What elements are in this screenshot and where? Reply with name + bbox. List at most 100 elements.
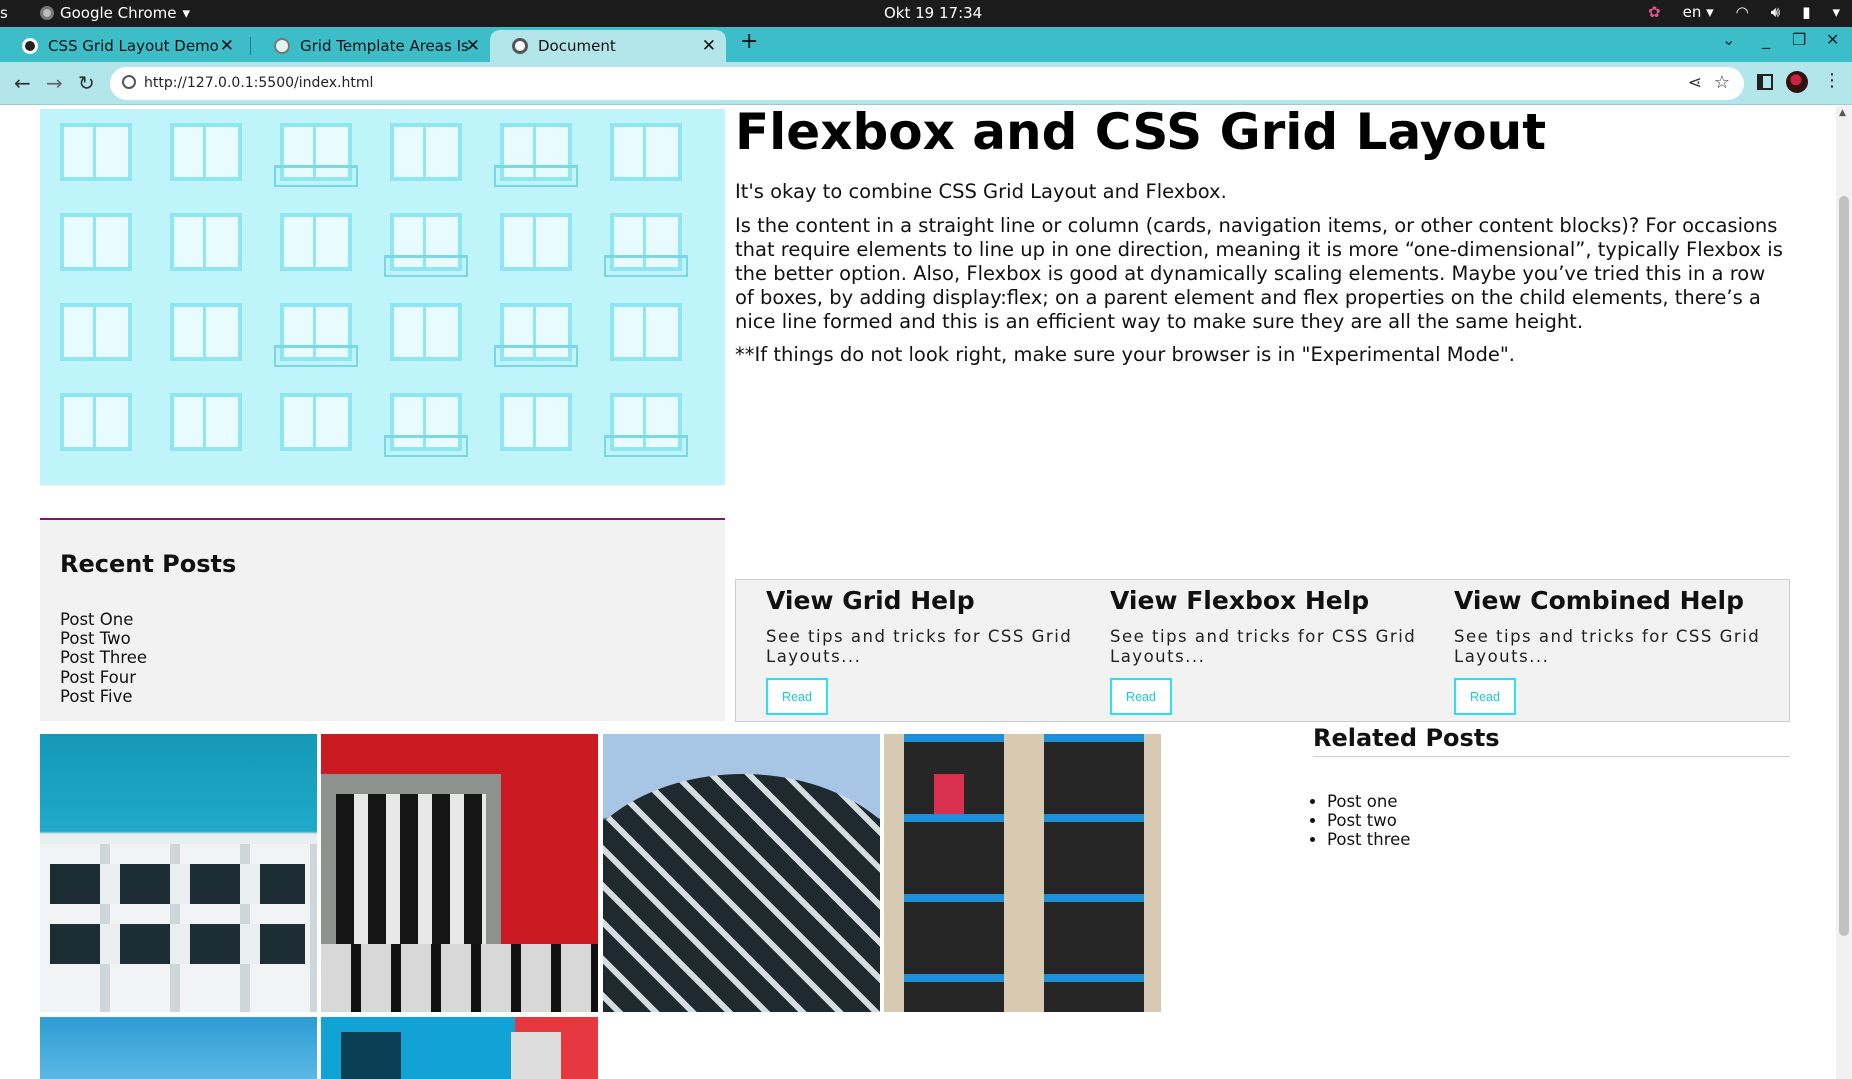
url-text[interactable]: http://127.0.0.1:5500/index.html: [144, 75, 373, 91]
tab-css-grid-demo[interactable]: CSS Grid Layout Demo 02 ✕: [0, 30, 244, 62]
related-post-item[interactable]: Post two: [1327, 811, 1410, 830]
tab-title: Document: [538, 37, 616, 55]
card-text: See tips and tricks for CSS Grid Layouts…: [1454, 627, 1761, 666]
gallery-image: [321, 734, 598, 1012]
facade-balcony: [604, 255, 688, 277]
gallery-image: [321, 1017, 598, 1079]
forward-arrow-icon[interactable]: →: [46, 71, 63, 95]
app-name: Google Chrome: [60, 4, 177, 22]
system-tray[interactable]: ✿ en ▾ ◠ 🔊︎ ▮ ▾: [1648, 3, 1840, 21]
facade-window: [500, 393, 572, 451]
tab-strip: CSS Grid Layout Demo 02 ✕ Grid Template …: [0, 27, 1852, 62]
facade-window: [280, 213, 352, 271]
page-viewport: Flexbox and CSS Grid Layout It's okay to…: [0, 106, 1852, 1079]
recent-posts-heading: Recent Posts: [60, 550, 237, 578]
flower-icon[interactable]: ✿: [1648, 3, 1661, 21]
recent-post-item[interactable]: Post Three: [60, 648, 147, 667]
tab-title: Grid Template Areas Issue: [300, 37, 468, 55]
language-label: en: [1682, 3, 1702, 21]
close-tab-icon[interactable]: ✕: [702, 36, 716, 56]
facade-balcony: [604, 435, 688, 457]
read-button[interactable]: Read: [1110, 678, 1172, 715]
bookmark-star-icon[interactable]: ☆: [1714, 72, 1730, 93]
globe-favicon-icon: [274, 38, 290, 54]
note-paragraph: **If things do not look right, make sure…: [735, 343, 1516, 366]
facade-window: [170, 303, 242, 361]
close-tab-icon[interactable]: ✕: [220, 36, 234, 56]
browser-toolbar: ← → ↻ http://127.0.0.1:5500/index.html ⋖…: [0, 62, 1852, 105]
close-tab-icon[interactable]: ✕: [466, 36, 480, 56]
back-arrow-icon[interactable]: ←: [14, 71, 31, 95]
gallery-image: [884, 734, 1161, 1012]
system-menu-caret-icon[interactable]: ▾: [1832, 3, 1840, 21]
intro-paragraph: It's okay to combine CSS Grid Layout and…: [735, 180, 1227, 203]
tab-document[interactable]: Document ✕: [490, 30, 726, 62]
restore-icon[interactable]: ❐: [1792, 30, 1806, 49]
related-posts-heading: Related Posts: [1313, 724, 1790, 757]
facade-balcony: [384, 435, 468, 457]
scroll-up-arrow-icon[interactable]: ▲: [1839, 108, 1846, 118]
recent-post-item[interactable]: Post Five: [60, 687, 147, 706]
recent-post-item[interactable]: Post Four: [60, 668, 147, 687]
scrollbar-thumb[interactable]: [1839, 196, 1849, 936]
os-top-bar: s Google Chrome ▾ Okt 19 17:34 ✿ en ▾ ◠ …: [0, 0, 1852, 27]
facade-window: [610, 123, 682, 181]
side-panel-icon[interactable]: [1757, 74, 1773, 90]
related-posts-list: Post one Post two Post three: [1307, 792, 1410, 850]
address-bar[interactable]: http://127.0.0.1:5500/index.html ⋖ ☆: [110, 67, 1744, 100]
related-post-item[interactable]: Post one: [1327, 792, 1410, 811]
close-window-icon[interactable]: ✕: [1826, 30, 1839, 49]
facade-window: [60, 303, 132, 361]
recent-post-item[interactable]: Post One: [60, 610, 147, 629]
facade-window: [390, 303, 462, 361]
help-cards-row: View Grid Help See tips and tricks for C…: [735, 579, 1790, 722]
read-button[interactable]: Read: [766, 678, 828, 715]
read-button[interactable]: Read: [1454, 678, 1516, 715]
facade-window: [390, 123, 462, 181]
facade-window: [170, 393, 242, 451]
language-indicator[interactable]: en ▾: [1683, 3, 1714, 21]
app-menu[interactable]: Google Chrome ▾: [40, 4, 190, 22]
site-info-icon[interactable]: [122, 75, 136, 89]
facade-window: [610, 303, 682, 361]
minimize-icon[interactable]: _: [1762, 30, 1770, 49]
volume-icon[interactable]: 🔊︎: [1771, 3, 1780, 21]
facade-window: [280, 393, 352, 451]
body-paragraph: Is the content in a straight line or col…: [735, 214, 1783, 333]
card-title: View Flexbox Help: [1110, 586, 1370, 615]
facade-balcony: [274, 165, 358, 187]
share-icon[interactable]: ⋖: [1688, 73, 1702, 93]
related-post-item[interactable]: Post three: [1327, 830, 1410, 849]
facade-balcony: [494, 345, 578, 367]
recent-post-item[interactable]: Post Two: [60, 629, 147, 648]
page-scrollbar[interactable]: ▲: [1836, 106, 1852, 1079]
wifi-icon[interactable]: ◠: [1736, 3, 1749, 21]
reload-icon[interactable]: ↻: [78, 71, 95, 95]
tab-search-icon[interactable]: ⌄: [1722, 30, 1735, 49]
facade-window: [500, 213, 572, 271]
gallery-image: [40, 734, 317, 1012]
tab-title: CSS Grid Layout Demo 02: [48, 37, 218, 55]
gallery-image: [40, 1017, 317, 1079]
card-text: See tips and tricks for CSS Grid Layouts…: [766, 627, 1073, 666]
more-menu-icon[interactable]: ⋮: [1823, 70, 1841, 91]
tab-grid-template-areas[interactable]: Grid Template Areas Issue ✕: [252, 30, 490, 62]
gallery-image: [603, 734, 880, 1012]
facade-window: [60, 123, 132, 181]
facade-balcony: [494, 165, 578, 187]
related-posts-panel: Related Posts Post one Post two Post thr…: [1313, 724, 1790, 849]
profile-avatar[interactable]: [1786, 71, 1808, 93]
clock[interactable]: Okt 19 17:34: [884, 4, 982, 22]
facade-window: [60, 213, 132, 271]
battery-icon[interactable]: ▮: [1802, 3, 1810, 21]
card-title: View Grid Help: [766, 586, 975, 615]
recent-posts-panel: Recent Posts Post One Post Two Post Thre…: [40, 518, 725, 721]
dropdown-caret-icon: ▾: [182, 4, 191, 22]
new-tab-icon[interactable]: +: [740, 29, 758, 54]
chrome-icon: [40, 6, 54, 20]
codepen-favicon-icon: [22, 38, 38, 54]
card-text: See tips and tricks for CSS Grid Layouts…: [1110, 627, 1417, 666]
facade-window: [170, 123, 242, 181]
card-title: View Combined Help: [1454, 586, 1744, 615]
facade-balcony: [274, 345, 358, 367]
